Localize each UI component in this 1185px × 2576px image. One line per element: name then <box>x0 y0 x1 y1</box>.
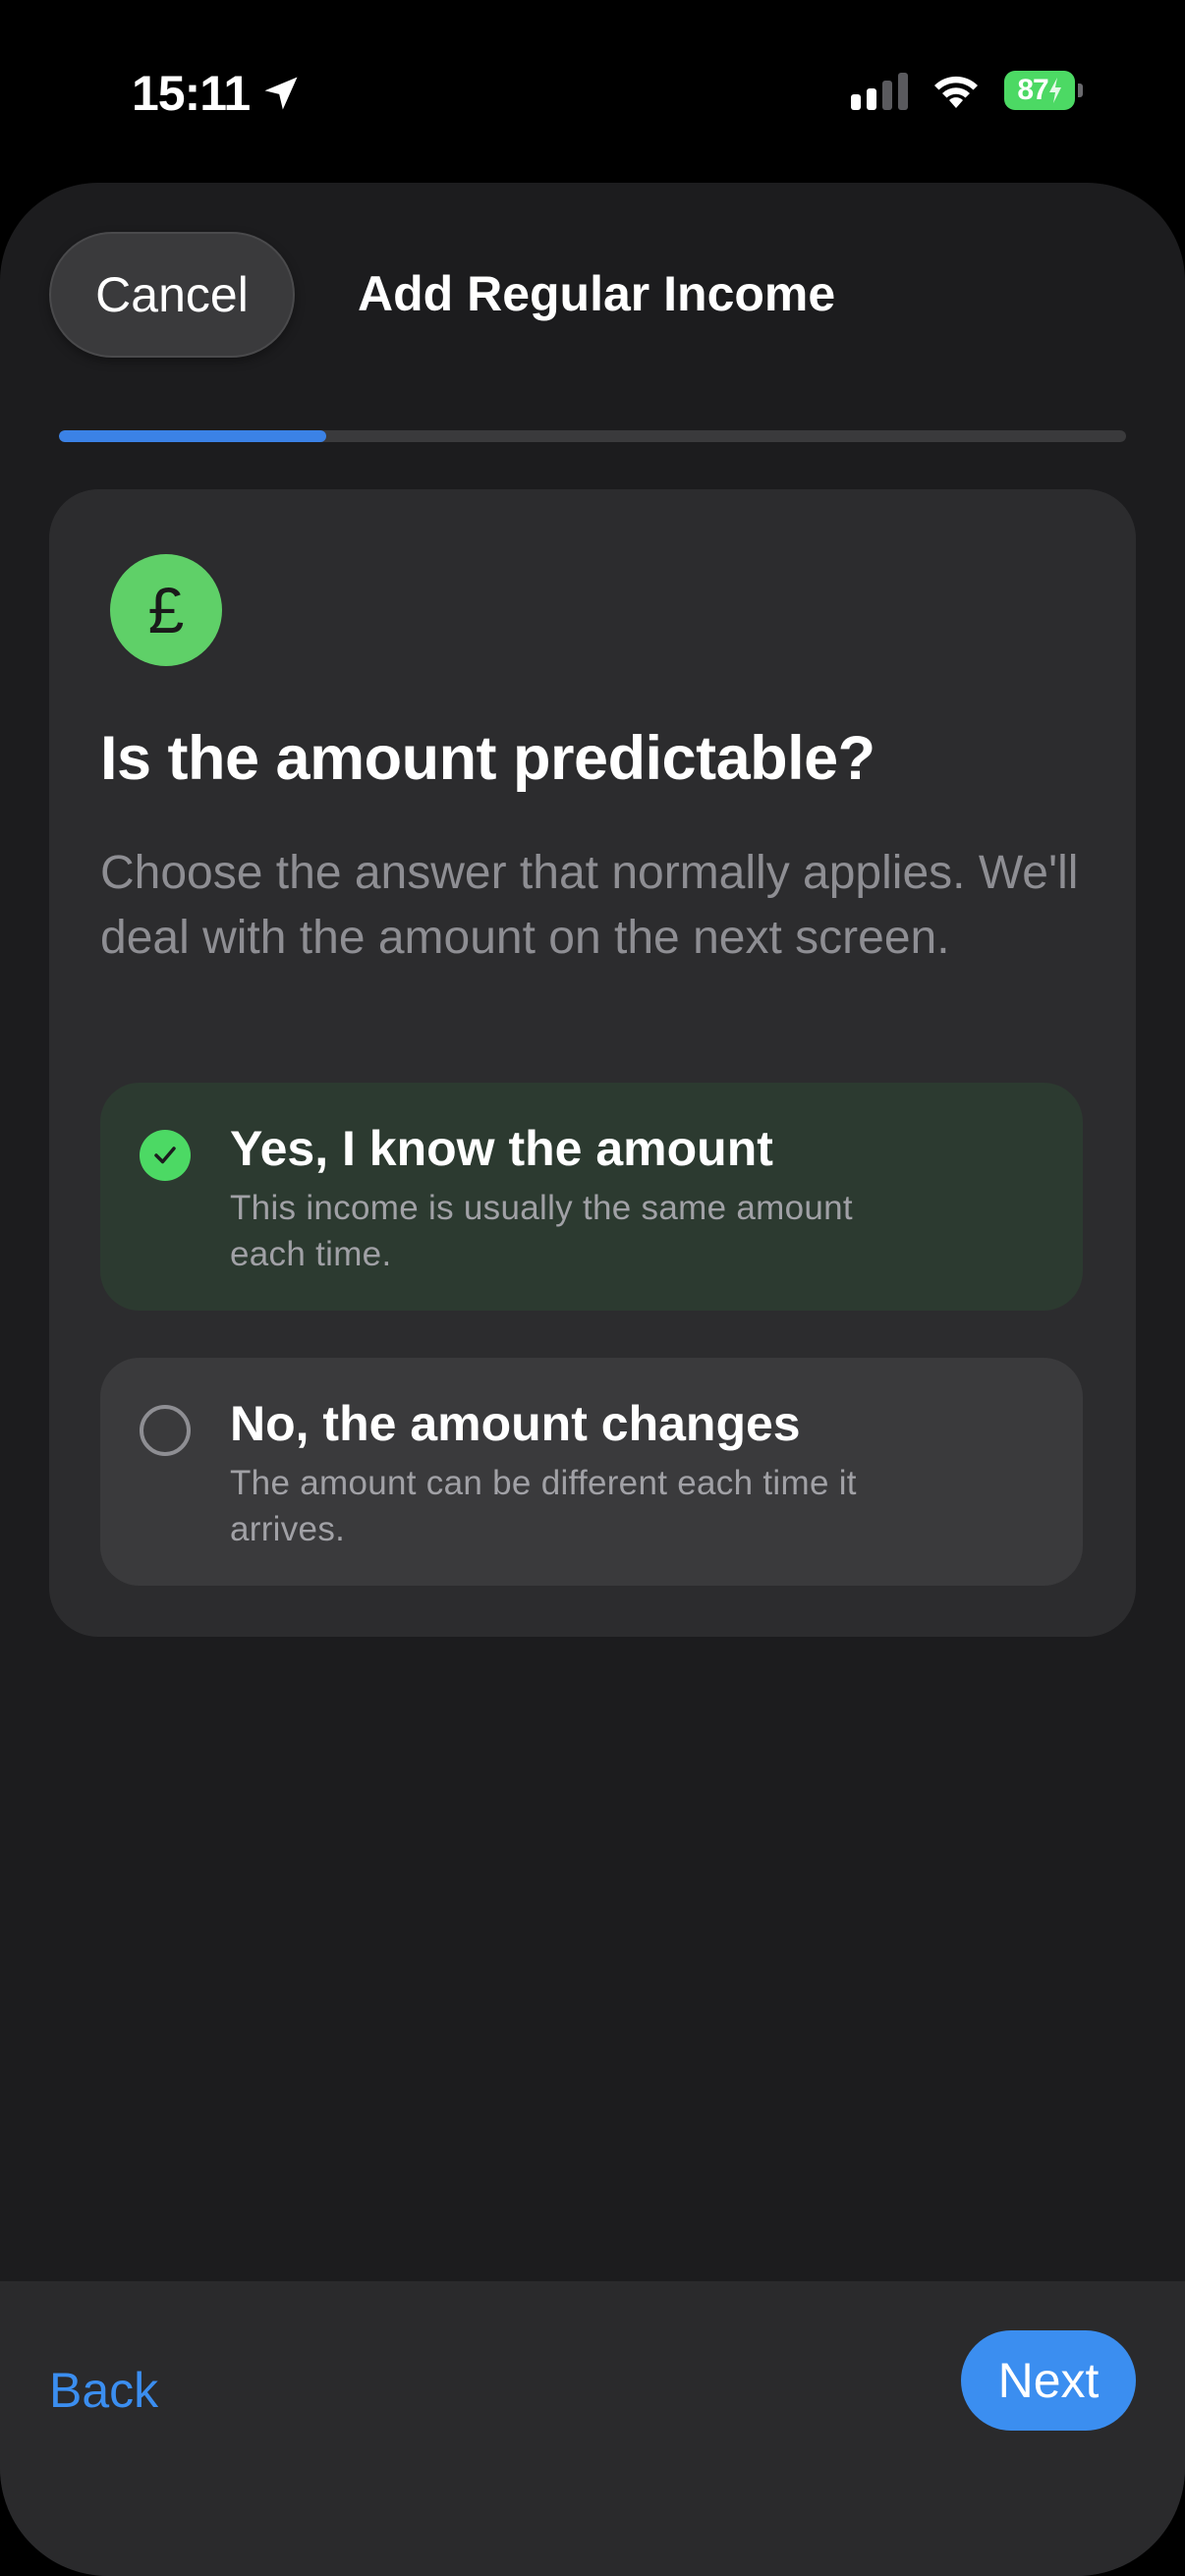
question-description: Choose the answer that normally applies.… <box>100 847 1079 964</box>
next-button-label: Next <box>997 2353 1100 2408</box>
progress-bar <box>59 430 1126 442</box>
option-subtitle: This income is usually the same amount e… <box>230 1189 853 1273</box>
option-subtitle: The amount can be different each time it… <box>230 1464 857 1548</box>
progress-bar-fill <box>59 430 326 442</box>
charging-bolt-icon <box>1048 78 1061 103</box>
sheet-header: Cancel Add Regular Income <box>0 183 1185 419</box>
cancel-button-label: Cancel <box>95 267 249 322</box>
status-bar: 15:11 87 <box>0 0 1185 187</box>
cellular-signal-icon <box>851 71 908 110</box>
radio-checked-icon <box>140 1130 191 1181</box>
status-indicators: 87 <box>851 71 1083 110</box>
battery-percent: 87 <box>1017 74 1048 106</box>
back-button[interactable]: Back <box>49 2362 158 2419</box>
option-yes-known-amount[interactable]: Yes, I know the amount This income is us… <box>100 1083 1083 1311</box>
option-title: No, the amount changes <box>230 1396 801 1451</box>
screen: 15:11 87 Cancel Add Regular Income £ Is … <box>0 0 1185 2576</box>
option-no-amount-changes[interactable]: No, the amount changes The amount can be… <box>100 1358 1083 1586</box>
footer-bar: Back Next <box>0 2281 1185 2576</box>
battery-icon: 87 <box>1004 71 1083 110</box>
question-card: £ Is the amount predictable? Choose the … <box>49 489 1136 1637</box>
radio-unchecked-icon <box>140 1405 191 1456</box>
pound-sign-icon: £ <box>110 554 222 666</box>
wifi-icon <box>934 76 978 108</box>
option-title: Yes, I know the amount <box>230 1121 773 1176</box>
battery-level: 87 <box>1004 71 1075 110</box>
question-heading: Is the amount predictable? <box>100 724 875 793</box>
cancel-button[interactable]: Cancel <box>49 232 295 358</box>
location-arrow-icon <box>264 77 298 110</box>
status-time-label: 15:11 <box>132 66 251 121</box>
sheet-title: Add Regular Income <box>358 266 836 321</box>
checkmark-icon <box>154 1147 176 1164</box>
battery-tip <box>1078 84 1083 97</box>
pound-glyph: £ <box>147 574 185 646</box>
status-time: 15:11 <box>132 65 303 122</box>
add-income-sheet: Cancel Add Regular Income £ Is the amoun… <box>0 183 1185 2576</box>
next-button[interactable]: Next <box>961 2330 1136 2431</box>
